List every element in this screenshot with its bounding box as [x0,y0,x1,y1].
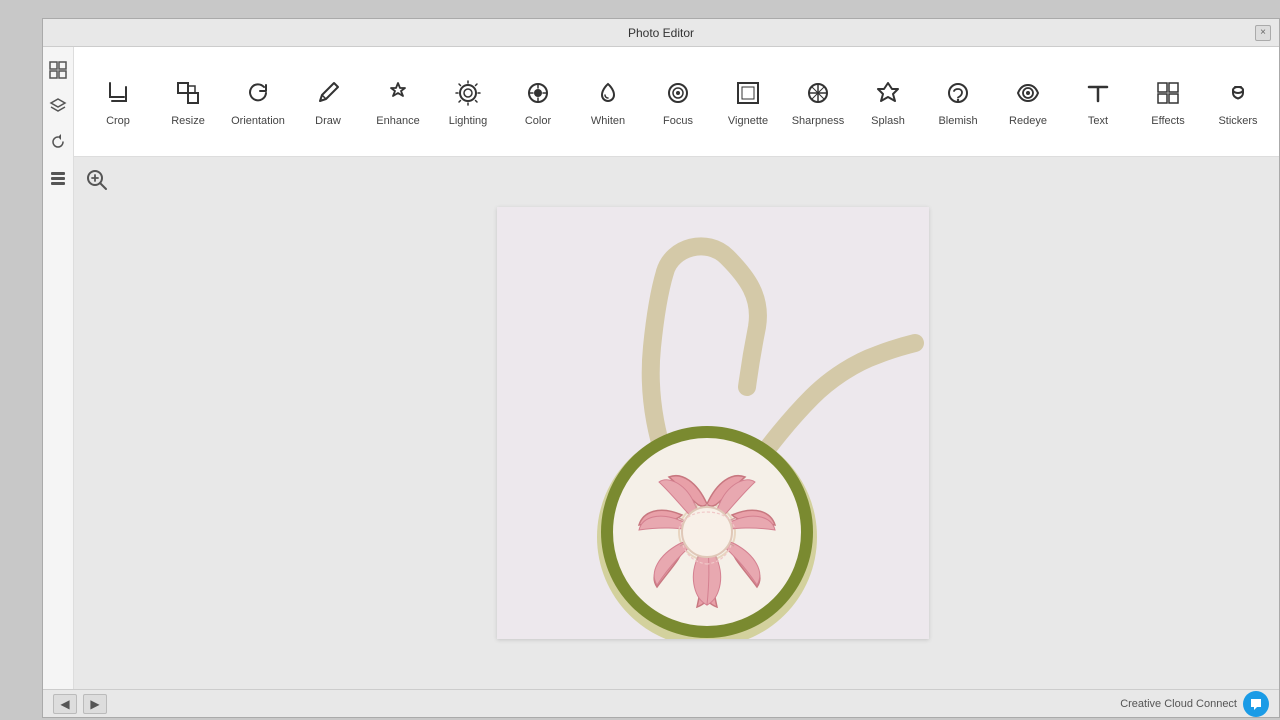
focus-icon [664,79,692,111]
tool-meme[interactable]: Meme [1274,57,1279,147]
sidebar-layers-icon[interactable] [43,91,73,121]
whiten-label: Whiten [591,115,625,127]
bottom-bar: ◀ ▶ Creative Cloud Connect [43,689,1279,717]
color-label: Color [525,115,551,127]
back-button[interactable]: ◀ [53,694,77,714]
sidebar-grid-icon[interactable] [43,55,73,85]
crop-icon [104,79,132,111]
tool-redeye[interactable]: Redeye [994,57,1062,147]
cc-connect-text: Creative Cloud Connect [1120,698,1237,710]
tool-enhance[interactable]: Enhance [364,57,432,147]
vignette-label: Vignette [728,115,768,127]
focus-label: Focus [663,115,693,127]
tool-crop[interactable]: Crop [84,57,152,147]
redeye-label: Redeye [1009,115,1047,127]
draw-icon [314,79,342,111]
tool-stickers[interactable]: Stickers [1204,57,1272,147]
sharpness-label: Sharpness [792,115,845,127]
tool-splash[interactable]: Splash [854,57,922,147]
resize-label: Resize [171,115,205,127]
center-content: Crop Resize [74,47,1279,689]
zoom-icon[interactable] [86,169,108,197]
effects-label: Effects [1151,115,1184,127]
photo-image [497,207,929,639]
orientation-label: Orientation [231,115,285,127]
sidebar-refresh-icon[interactable] [43,127,73,157]
orientation-icon [244,79,272,111]
main-area: Crop Resize [43,47,1279,689]
crop-label: Crop [106,115,130,127]
sidebar-stack-icon[interactable] [43,163,73,193]
enhance-label: Enhance [376,115,419,127]
forward-button[interactable]: ▶ [83,694,107,714]
chat-bubble-button[interactable] [1243,691,1269,717]
redeye-icon [1014,79,1042,111]
tool-effects[interactable]: Effects [1134,57,1202,147]
canvas-area [74,157,1279,689]
vignette-icon [734,79,762,111]
photo-editor-window: Photo Editor × [42,18,1280,718]
tool-lighting[interactable]: Lighting [434,57,502,147]
enhance-icon [384,79,412,111]
text-label: Text [1088,115,1108,127]
tool-whiten[interactable]: Whiten [574,57,642,147]
tool-resize[interactable]: Resize [154,57,222,147]
left-sidebar [43,47,74,689]
tool-focus[interactable]: Focus [644,57,712,147]
resize-icon [174,79,202,111]
toolbar: Crop Resize [74,47,1279,157]
blemish-icon [944,79,972,111]
title-bar: Photo Editor × [43,19,1279,47]
tool-vignette[interactable]: Vignette [714,57,782,147]
stickers-label: Stickers [1218,115,1257,127]
lighting-icon [454,79,482,111]
tool-blemish[interactable]: Blemish [924,57,992,147]
lighting-label: Lighting [449,115,488,127]
effects-icon [1154,79,1182,111]
whiten-icon [594,79,622,111]
bottom-right-area: Creative Cloud Connect [1120,691,1269,717]
tool-color[interactable]: Color [504,57,572,147]
splash-icon [874,79,902,111]
blemish-label: Blemish [938,115,977,127]
color-icon [524,79,552,111]
sharpness-icon [804,79,832,111]
tool-sharpness[interactable]: Sharpness [784,57,852,147]
tool-text[interactable]: Text [1064,57,1132,147]
tool-orientation[interactable]: Orientation [224,57,292,147]
close-button[interactable]: × [1255,25,1271,41]
splash-label: Splash [871,115,905,127]
window-title: Photo Editor [628,26,694,40]
draw-label: Draw [315,115,341,127]
stickers-icon [1224,79,1252,111]
tool-draw[interactable]: Draw [294,57,362,147]
text-icon [1084,79,1112,111]
